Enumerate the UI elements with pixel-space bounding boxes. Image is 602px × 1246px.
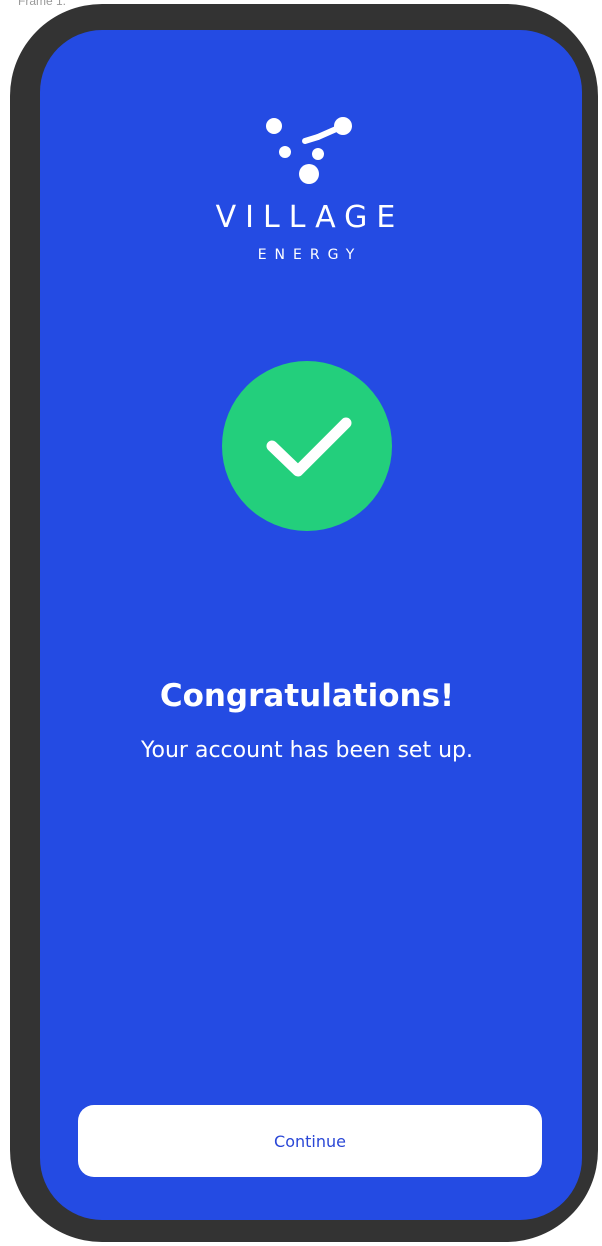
headline: Congratulations! xyxy=(159,678,455,714)
frame-label: Frame 1. xyxy=(18,0,67,8)
continue-button-label: Continue xyxy=(274,1131,346,1151)
check-icon xyxy=(266,417,352,477)
continue-button[interactable]: Continue xyxy=(78,1105,542,1177)
molecule-dots-icon xyxy=(266,117,352,184)
brand-name: VILLAGE xyxy=(215,200,405,235)
confirmation-message: Your account has been set up. xyxy=(141,738,473,763)
success-badge xyxy=(222,361,392,531)
brand-subtitle: ENERGY xyxy=(257,247,363,263)
